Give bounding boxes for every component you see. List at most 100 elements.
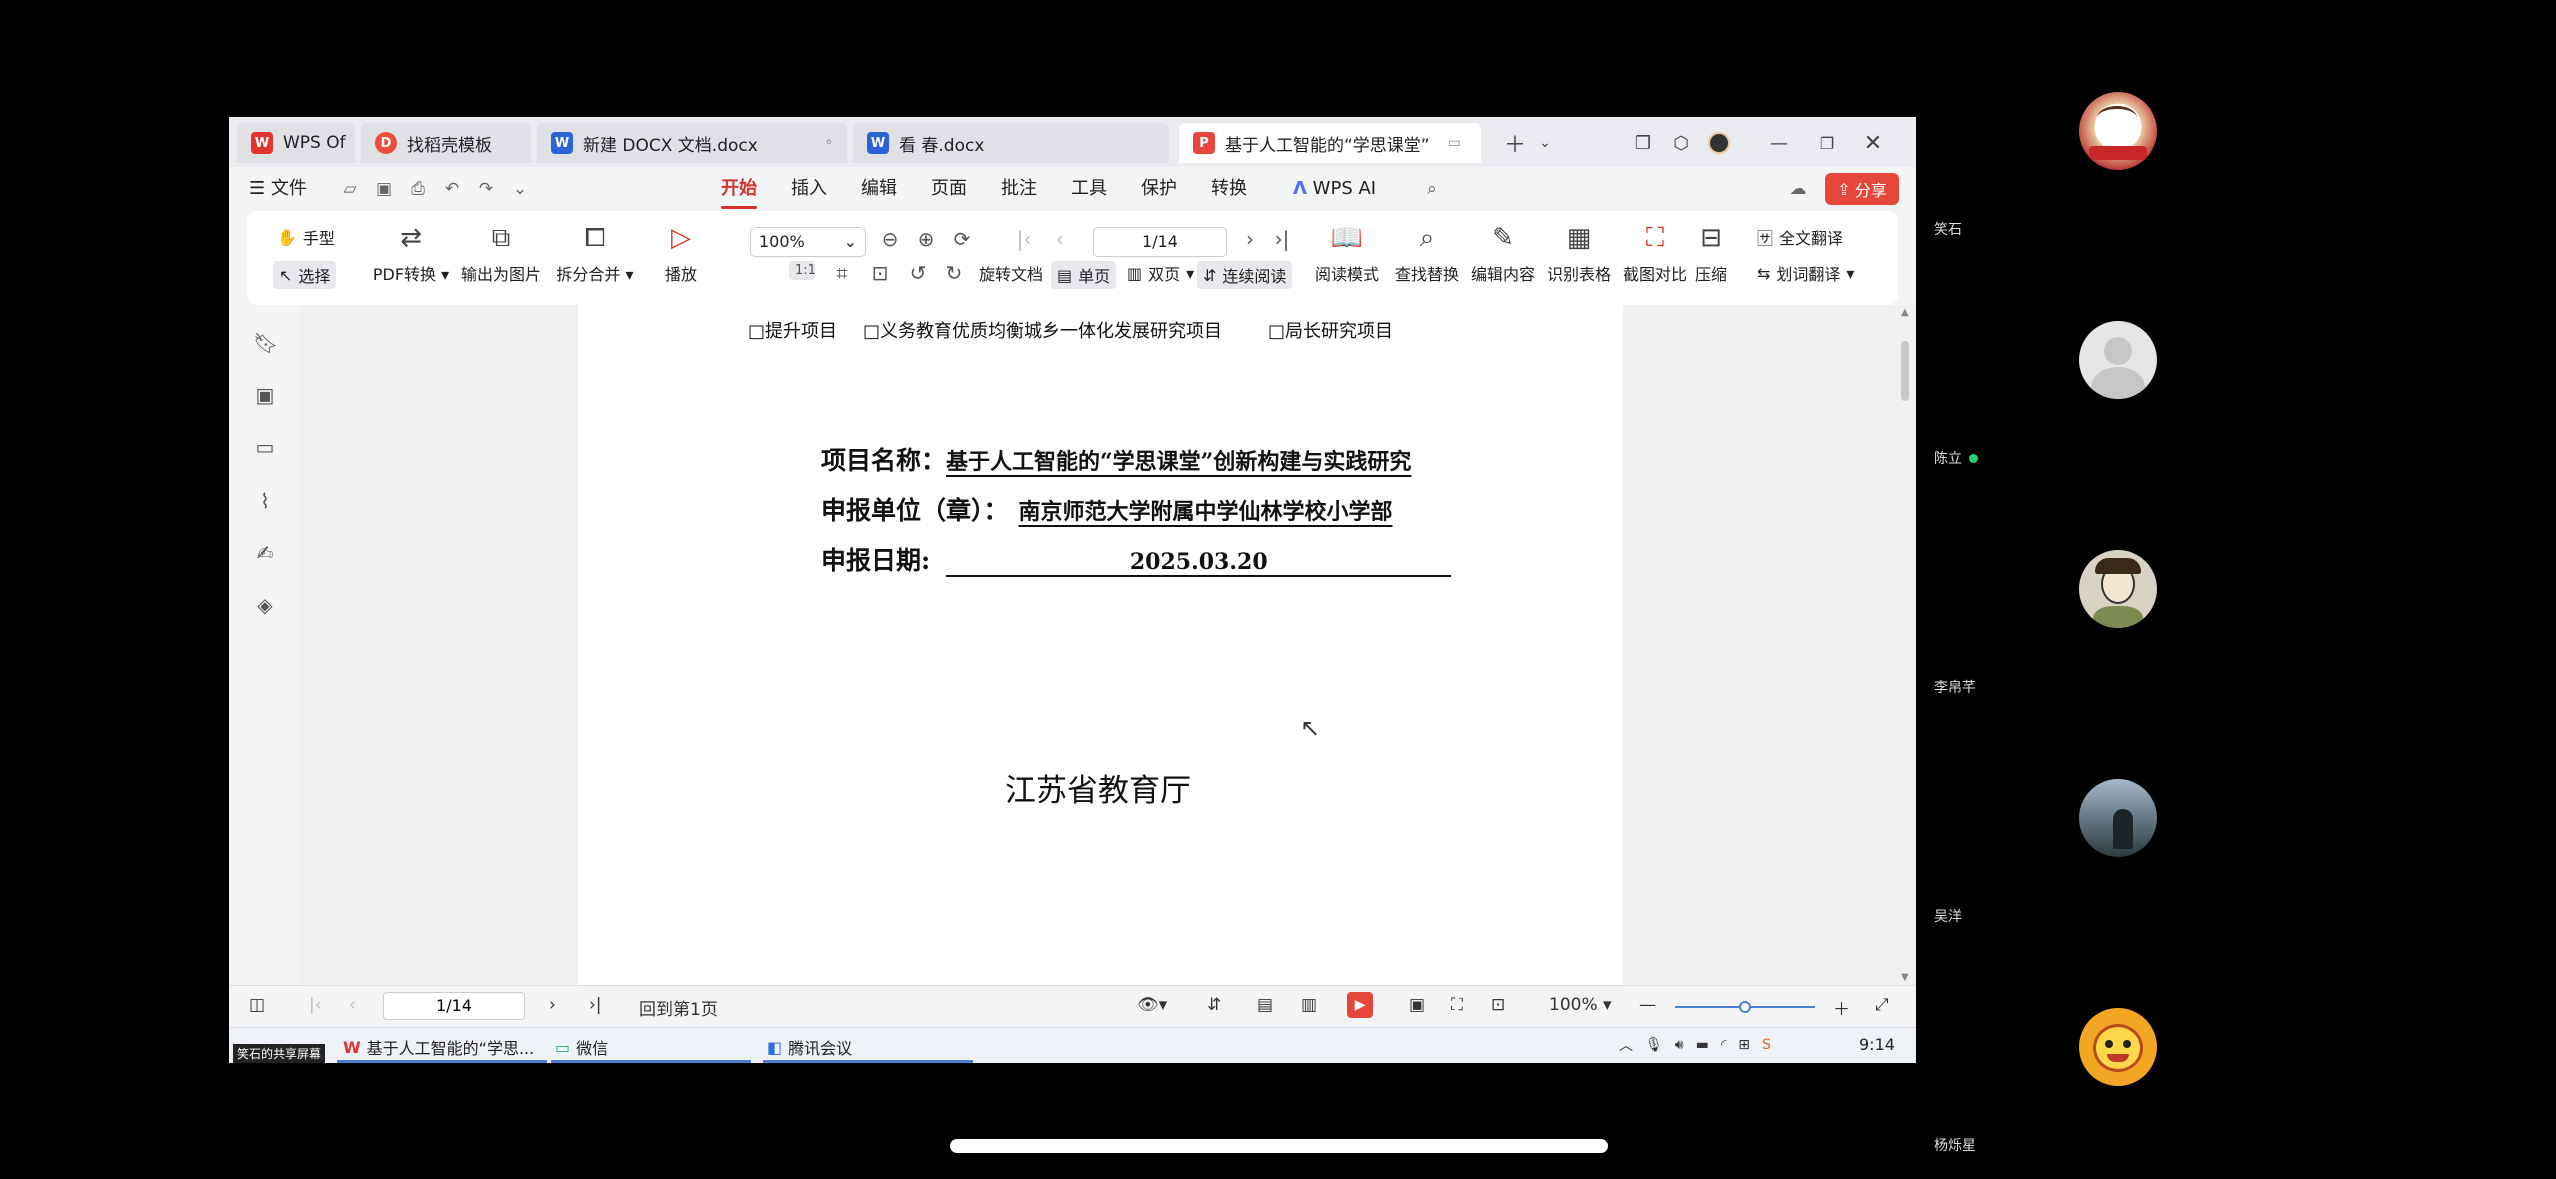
tab-docer[interactable]: D 找稻壳模板 xyxy=(361,123,531,163)
single-view-icon[interactable]: ▤ xyxy=(1257,995,1273,1015)
menu-tools[interactable]: 工具 xyxy=(1071,175,1107,203)
taskbar-item-tencent-meeting[interactable]: ◧ 腾讯会议 xyxy=(767,1035,852,1059)
user-avatar[interactable] xyxy=(1703,127,1735,159)
chevron-left-icon[interactable]: ‹ xyxy=(349,995,356,1015)
first-page-button[interactable]: |‹ xyxy=(1011,227,1037,251)
rotate-doc-button-top[interactable]: ⟳ xyxy=(949,227,975,251)
scroll-up-icon[interactable]: ▲ xyxy=(1901,307,1909,318)
zoom-level[interactable]: 100% ▾ xyxy=(1549,995,1612,1015)
zoom-select[interactable]: 100% ⌄ xyxy=(750,227,866,257)
battery-icon[interactable]: ▬ xyxy=(1696,1037,1709,1053)
continuous-read-button[interactable]: ⇵ 连续阅读 xyxy=(1197,261,1293,289)
hand-tool-button[interactable]: ✋ 手型 xyxy=(277,225,335,249)
zoom-out-icon[interactable]: — xyxy=(1639,995,1656,1015)
scroll-down-icon[interactable]: ▼ xyxy=(1901,972,1909,983)
fit-width-icon[interactable]: ⊡ xyxy=(1491,995,1505,1015)
fit-width-button[interactable]: ⊡ xyxy=(867,261,893,285)
redo-icon[interactable]: ↷ xyxy=(475,178,497,200)
menu-convert[interactable]: 转换 xyxy=(1211,175,1247,203)
thumbnail-icon[interactable]: ▣ xyxy=(253,383,277,407)
signature-icon[interactable]: ✍︎ xyxy=(253,541,277,565)
home-indicator[interactable] xyxy=(950,1139,1608,1153)
vertical-scrollbar[interactable]: ▲ ▼ xyxy=(1896,305,1916,985)
word-translate-button[interactable]: ⇆ 划词翻译 ▾ xyxy=(1757,261,1854,285)
chevron-down-icon[interactable]: ⌄ xyxy=(1529,127,1561,159)
find-replace-button[interactable]: ⌕ 查找替换 xyxy=(1387,221,1467,285)
project-type-education[interactable]: □义务教育优质均衡城乡一体化发展研究项目 xyxy=(863,317,1222,343)
export-image-button[interactable]: ⧉ 输出为图片 xyxy=(461,221,541,285)
undo-icon[interactable]: ↶ xyxy=(441,178,463,200)
next-page-button[interactable]: › xyxy=(1237,227,1263,251)
menu-wps-ai[interactable]: Λ WPS AI xyxy=(1293,175,1376,203)
file-menu[interactable]: ☰ 文件 xyxy=(249,175,307,203)
rotate-left-button[interactable]: ↺ xyxy=(905,261,931,285)
participant-avatar-1[interactable] xyxy=(2079,92,2157,170)
scroll-thumb[interactable] xyxy=(1901,341,1909,401)
tab-wps-home[interactable]: W WPS Of xyxy=(237,123,355,163)
close-icon[interactable]: ◦ xyxy=(825,135,833,151)
double-view-icon[interactable]: ▥ xyxy=(1301,995,1317,1015)
recognize-table-button[interactable]: ▦ 识别表格 xyxy=(1539,221,1619,285)
cube-icon[interactable]: ⬡ xyxy=(1665,127,1697,159)
tab-current-pdf[interactable]: P 基于人工智能的“学思课堂” ▭ ✕ xyxy=(1179,123,1481,163)
bookmark-icon[interactable]: 🔖︎ xyxy=(253,331,278,355)
chevron-up-icon[interactable]: ︿ xyxy=(1619,1035,1633,1055)
save-icon[interactable]: ▣ xyxy=(373,178,395,200)
fit-icon[interactable]: ⛶ xyxy=(1451,995,1463,1015)
eye-icon[interactable]: 👁︎▾ xyxy=(1137,995,1167,1015)
attachment-icon[interactable]: ⌇ xyxy=(253,489,277,513)
menu-start[interactable]: 开始 xyxy=(721,175,757,209)
taskbar-item-wechat[interactable]: ▭ 微信 xyxy=(555,1035,608,1059)
fit-page-button[interactable]: ⌗ xyxy=(829,261,855,285)
volume-icon[interactable]: 🔊︎ xyxy=(1675,1037,1684,1053)
cloud-upload-icon[interactable]: ☁ xyxy=(1787,178,1809,200)
split-merge-button[interactable]: ⧠ 拆分合并 ▾ xyxy=(555,221,635,285)
search-icon[interactable]: ⌕ xyxy=(1421,178,1443,200)
prev-page-button[interactable]: ‹ xyxy=(1047,227,1073,251)
pdf-convert-button[interactable]: ⇄ PDF转换 ▾ xyxy=(371,221,451,285)
tab-kanchun-docx[interactable]: W 看 春.docx xyxy=(853,123,1169,163)
document-canvas[interactable]: □提升项目 □义务教育优质均衡城乡一体化发展研究项目 □局长研究项目 项目名称：… xyxy=(301,305,1896,985)
zoom-out-button[interactable]: ⊖ xyxy=(877,227,903,251)
share-button[interactable]: ⇪ 分享 xyxy=(1825,173,1899,205)
zoom-in-button[interactable]: ⊕ xyxy=(913,227,939,251)
chevron-down-icon[interactable]: ⌄ xyxy=(509,178,531,200)
participant-avatar-3[interactable] xyxy=(2079,550,2157,628)
rotate-right-button[interactable]: ↻ xyxy=(941,261,967,285)
last-page-icon[interactable]: ›| xyxy=(589,995,602,1015)
continuous-view-icon[interactable]: ⇵ xyxy=(1207,995,1221,1015)
project-type-director[interactable]: □局长研究项目 xyxy=(1268,317,1393,343)
microphone-icon[interactable]: 🎙︎ xyxy=(1645,1037,1663,1053)
new-tab-icon[interactable]: ＋ xyxy=(1499,127,1531,159)
sogou-ime-icon[interactable]: S xyxy=(1762,1037,1771,1053)
menu-insert[interactable]: 插入 xyxy=(791,175,827,203)
single-page-button[interactable]: ▤ 单页 xyxy=(1051,261,1117,289)
menu-page[interactable]: 页面 xyxy=(931,175,967,203)
zoom-slider-handle[interactable] xyxy=(1739,1001,1751,1013)
zoom-in-icon[interactable]: ＋ xyxy=(1833,995,1850,1020)
chevron-right-icon[interactable]: › xyxy=(549,995,556,1015)
close-window-icon[interactable]: ✕ xyxy=(1857,127,1889,159)
select-tool-button[interactable]: ↖ 选择 xyxy=(273,261,337,289)
layers-icon[interactable]: ◈ xyxy=(253,593,277,617)
project-type-improve[interactable]: □提升项目 xyxy=(748,317,837,343)
close-icon[interactable]: ✕ xyxy=(1479,133,1481,154)
actual-size-button[interactable]: 1:1 xyxy=(789,261,816,280)
comment-icon[interactable]: ▭ xyxy=(253,435,277,459)
window-list-icon[interactable]: ❐ xyxy=(1627,127,1659,159)
edit-content-button[interactable]: ✎ 编辑内容 xyxy=(1463,221,1543,285)
tab-new-docx[interactable]: W 新建 DOCX 文档.docx ◦ xyxy=(537,123,847,163)
last-page-button[interactable]: ›| xyxy=(1269,227,1295,251)
play-icon[interactable]: ▶ xyxy=(1347,992,1373,1018)
first-page-icon[interactable]: |‹ xyxy=(309,995,322,1015)
participant-avatar-2[interactable] xyxy=(2079,321,2157,399)
read-view-icon[interactable]: ▣ xyxy=(1409,995,1425,1015)
open-folder-icon[interactable]: ▱ xyxy=(339,178,361,200)
rotate-doc-button[interactable]: 旋转文档 xyxy=(979,261,1043,285)
print-icon[interactable]: ⎙ xyxy=(407,178,429,200)
back-to-first-page-link[interactable]: 回到第1页 xyxy=(639,995,718,1020)
minimize-icon[interactable]: — xyxy=(1763,127,1795,159)
participant-avatar-5[interactable] xyxy=(2079,1008,2157,1086)
status-page-input[interactable]: 1/14 xyxy=(383,992,525,1020)
fullscreen-icon[interactable]: ⤢ xyxy=(1875,995,1889,1015)
